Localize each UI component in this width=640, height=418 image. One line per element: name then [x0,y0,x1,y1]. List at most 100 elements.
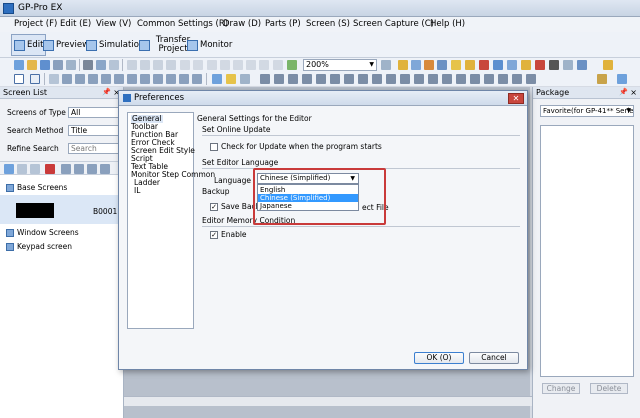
ladder-icon[interactable] [577,60,587,70]
keypad-icon[interactable] [316,74,326,84]
web-icon[interactable] [512,74,522,84]
save-backup-checkbox[interactable]: ✓ [210,202,218,211]
rectangle-icon[interactable] [88,74,98,84]
data-display-icon[interactable] [240,74,250,84]
special-part-icon[interactable] [498,74,508,84]
change-button[interactable]: Change [542,383,580,394]
enable-checkbox[interactable]: ✓ [210,230,218,239]
line-icon[interactable] [62,74,72,84]
window-screens-node[interactable]: Window Screens [6,228,79,237]
ellipse-icon[interactable] [153,74,163,84]
package-list[interactable] [540,125,634,377]
file-icon[interactable] [372,74,382,84]
script-icon[interactable] [465,60,475,70]
new-screen-icon[interactable] [4,164,14,174]
ungroup-icon[interactable] [220,60,230,70]
close-icon[interactable]: × [630,87,637,98]
movie-icon[interactable] [358,74,368,84]
menu-parts[interactable]: Parts (P) [265,19,301,29]
menu-edit[interactable]: Edit (E) [60,19,91,29]
alarm-icon[interactable] [424,60,434,70]
text-icon[interactable] [30,74,40,84]
delete-button[interactable]: Delete [590,383,628,394]
screen-row[interactable]: B0001 [0,195,124,224]
system-icon[interactable] [493,60,503,70]
table-icon[interactable] [166,74,176,84]
package-select[interactable]: Favorite(for GP-41** Series ▼ [540,105,634,117]
save-icon[interactable] [40,60,50,70]
delete-screen-icon[interactable] [45,164,55,174]
menu-common-settings[interactable]: Common Settings (R) [137,19,228,29]
ok-button[interactable]: OK (O) [414,352,464,364]
open-icon[interactable] [27,60,37,70]
group-icon[interactable] [207,60,217,70]
align-icon[interactable] [233,60,243,70]
address-icon[interactable] [398,60,408,70]
polygon-icon[interactable] [101,74,111,84]
lamp-part-icon[interactable] [226,74,236,84]
close-icon[interactable]: ✕ [508,93,524,104]
peripheral-icon[interactable] [507,60,517,70]
scale-icon[interactable] [179,74,189,84]
enable-option[interactable]: ✓ Enable [210,230,247,239]
dot-icon[interactable] [49,74,59,84]
check-update-checkbox[interactable] [210,142,218,151]
pin-icon[interactable]: 📌 [619,87,628,98]
menu-draw[interactable]: Draw (D) [223,19,261,29]
logging-icon[interactable] [428,74,438,84]
new-icon[interactable] [14,60,24,70]
horizontal-scrollbar[interactable] [124,396,532,406]
package-icon[interactable] [597,74,607,84]
copy-screen-icon[interactable] [17,164,27,174]
check-update-option[interactable]: Check for Update when the program starts [210,142,382,151]
switch-icon[interactable] [212,74,222,84]
print-preview-icon[interactable] [96,60,106,70]
delete-icon[interactable] [166,60,176,70]
lamp-icon[interactable] [451,60,461,70]
flip-icon[interactable] [273,60,283,70]
thumbnail-icon[interactable] [87,164,97,174]
tag-icon[interactable] [479,60,489,70]
graph-icon[interactable] [260,74,270,84]
copy-icon[interactable] [140,60,150,70]
redo-icon[interactable] [193,60,203,70]
menu-screen[interactable]: Screen (S) [306,19,350,29]
zoom-select[interactable]: 200% ▼ [303,59,377,71]
user-icon[interactable] [549,60,559,70]
parts-icon[interactable] [617,74,627,84]
alarm-part-icon[interactable] [288,74,298,84]
recipe-part-icon[interactable] [400,74,410,84]
recipe-icon[interactable] [521,60,531,70]
picture-icon[interactable] [344,74,354,84]
order-icon[interactable] [246,60,256,70]
screen-list-view-icon[interactable] [74,164,84,174]
keypad-screen-node[interactable]: Keypad screen [6,242,72,251]
tool-icon[interactable] [603,60,613,70]
undo-icon[interactable] [180,60,190,70]
base-screens-node[interactable]: Base Screens [6,183,67,192]
close-file-icon[interactable] [66,60,76,70]
monitor-button[interactable]: Monitor [185,34,234,56]
paste-icon[interactable] [153,60,163,70]
sound-icon[interactable] [442,74,452,84]
menu-help[interactable]: Help (H) [430,19,465,29]
extra-part-icon[interactable] [526,74,536,84]
transfer-part-icon[interactable] [414,74,424,84]
cut-icon[interactable] [127,60,137,70]
sector-icon[interactable] [140,74,150,84]
pin-icon[interactable]: 📌 [102,87,111,98]
screen-icon[interactable] [411,60,421,70]
cancel-button[interactable]: Cancel [469,352,519,364]
save-all-icon[interactable] [53,60,63,70]
grid-icon[interactable] [192,74,202,84]
text-table-icon[interactable] [563,60,573,70]
zoom-in-icon[interactable] [381,60,391,70]
details-icon[interactable] [100,164,110,174]
security-icon[interactable] [535,60,545,70]
sampling-icon[interactable] [437,60,447,70]
circle-icon[interactable] [114,74,124,84]
screen-props-icon[interactable] [61,164,71,174]
paste-screen-icon[interactable] [30,164,40,174]
window-part-icon[interactable] [302,74,312,84]
calendar-icon[interactable] [386,74,396,84]
